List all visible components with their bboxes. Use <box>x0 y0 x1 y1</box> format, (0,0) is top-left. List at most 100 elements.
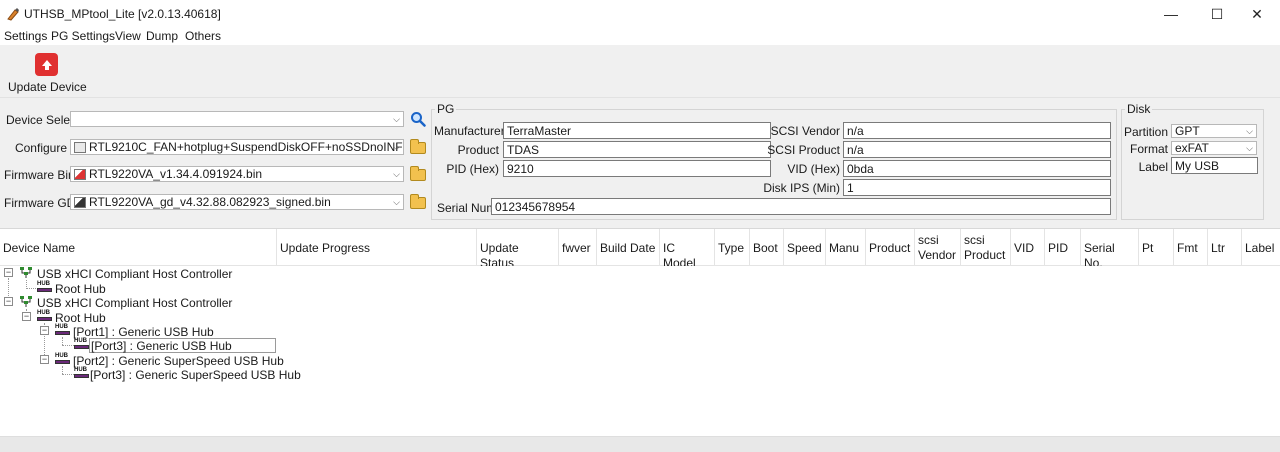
col-label: fwver <box>562 241 591 255</box>
tree-item-port3-hub-selected[interactable]: [Port3] : Generic USB Hub <box>89 338 276 353</box>
tree-item-root-hub[interactable]: Root Hub <box>55 282 106 296</box>
product-field[interactable]: TDAS <box>503 141 771 158</box>
tree-item-root-hub[interactable]: Root Hub <box>55 311 106 325</box>
partition-dropdown[interactable]: GPT ⌵ <box>1171 124 1257 138</box>
device-select-dropdown[interactable]: ⌵ <box>70 111 404 127</box>
controller-icon <box>20 296 32 307</box>
title-bar: UTHSB_MPtool_Lite [v2.0.13.40618] — ☐ ✕ <box>0 0 1280 28</box>
tree-line <box>62 366 63 374</box>
serial-num-field[interactable]: 012345678954 <box>491 198 1111 215</box>
col-pt[interactable]: Pt <box>1139 229 1174 266</box>
pg-group-title: PG <box>435 102 457 116</box>
col-label: Fmt <box>1177 241 1198 255</box>
menu-bar: Settings PG Settings View Dump Others <box>0 28 1280 45</box>
col-label-col[interactable]: Label <box>1242 229 1280 266</box>
col-fmt[interactable]: Fmt <box>1174 229 1208 266</box>
col-label: Device Name <box>3 241 76 255</box>
volume-label-field[interactable]: My USB <box>1171 157 1258 174</box>
vid-label: VID (Hex) <box>787 162 840 176</box>
col-label: Pt <box>1142 241 1154 255</box>
firmware-gd-label: Firmware GD <box>4 196 76 210</box>
tree-item-port1-hub[interactable]: [Port1] : Generic USB Hub <box>73 325 214 339</box>
menu-others[interactable]: Others <box>185 29 221 43</box>
folder-icon[interactable] <box>410 194 426 209</box>
device-select-label: Device Select <box>6 113 80 127</box>
menu-pg-settings[interactable]: PG Settings <box>51 29 115 43</box>
col-label: Serial No. <box>1084 241 1115 266</box>
hub-icon: HUB <box>37 281 52 294</box>
hub-icon: HUB <box>55 324 70 337</box>
col-fwver[interactable]: fwver <box>559 229 597 266</box>
update-device-button[interactable]: Update Device <box>8 48 87 96</box>
firmware-bin-label: Firmware Bin <box>4 168 75 182</box>
tree-item-port3-ss-hub[interactable]: [Port3] : Generic SuperSpeed USB Hub <box>90 368 301 382</box>
col-label: scsi <box>964 233 985 247</box>
serial-num-label: Serial Num <box>437 201 497 215</box>
col-update-progress[interactable]: Update Progress <box>277 229 477 266</box>
col-device-name[interactable]: Device Name <box>0 229 277 266</box>
toolbar: Update Device <box>0 45 1280 98</box>
volume-label-label: Label <box>1138 160 1168 174</box>
tree-line <box>62 337 63 345</box>
col-label: VID <box>1014 241 1035 255</box>
search-icon[interactable] <box>410 111 426 127</box>
chevron-down-icon: ⌵ <box>393 142 400 152</box>
configure-value: RTL9210C_FAN+hotplug+SuspendDiskOFF+noSS… <box>89 140 404 154</box>
collapse-toggle[interactable]: − <box>22 312 31 321</box>
menu-settings[interactable]: Settings <box>4 29 47 43</box>
format-dropdown[interactable]: exFAT ⌵ <box>1171 141 1257 155</box>
col-scsi-vendor[interactable]: scsi Vendor <box>915 229 961 266</box>
col-ic-model[interactable]: IC Model <box>660 229 715 266</box>
upload-icon <box>35 53 58 76</box>
col-label-2: Product <box>964 248 1006 262</box>
collapse-toggle[interactable]: − <box>4 297 13 306</box>
menu-dump[interactable]: Dump <box>146 29 178 43</box>
scsi-product-label: SCSI Product <box>767 143 840 157</box>
disk-ips-field[interactable]: 1 <box>843 179 1111 196</box>
disk-ips-label: Disk IPS (Min) <box>763 181 840 195</box>
col-ltr[interactable]: Ltr <box>1208 229 1242 266</box>
firmware-gd-value: RTL9220VA_gd_v4.32.88.082923_signed.bin <box>89 195 331 209</box>
chevron-down-icon: ⌵ <box>1246 143 1253 153</box>
col-label: Build Date <box>600 241 656 255</box>
col-pid[interactable]: PID <box>1045 229 1081 266</box>
col-scsi-product[interactable]: scsi Product <box>961 229 1011 266</box>
folder-icon[interactable] <box>410 166 426 181</box>
folder-icon[interactable] <box>410 139 426 154</box>
col-speed[interactable]: Speed <box>784 229 826 266</box>
configure-label: Configure <box>14 141 67 155</box>
col-manu[interactable]: Manu <box>826 229 866 266</box>
vid-field[interactable]: 0bda <box>843 160 1111 177</box>
close-button[interactable]: ✕ <box>1234 0 1280 28</box>
col-update-status[interactable]: Update Status <box>477 229 559 266</box>
tree-item-controller[interactable]: USB xHCI Compliant Host Controller <box>37 296 232 310</box>
col-label: PID <box>1048 241 1069 255</box>
col-build-date[interactable]: Build Date <box>597 229 660 266</box>
hub-icon: HUB <box>55 353 70 366</box>
col-product[interactable]: Product <box>866 229 915 266</box>
tree-item-controller[interactable]: USB xHCI Compliant Host Controller <box>37 267 232 281</box>
horizontal-scrollbar[interactable] <box>0 436 1280 452</box>
firmware-bin-dropdown[interactable]: RTL9220VA_v1.34.4.091924.bin ⌵ <box>70 166 404 182</box>
collapse-toggle[interactable]: − <box>40 326 49 335</box>
col-type[interactable]: Type <box>715 229 750 266</box>
menu-view[interactable]: View <box>115 29 141 43</box>
col-label: Update Status <box>480 241 519 266</box>
configure-dropdown[interactable]: RTL9210C_FAN+hotplug+SuspendDiskOFF+noSS… <box>70 139 404 155</box>
col-boot[interactable]: Boot <box>750 229 784 266</box>
firmware-gd-dropdown[interactable]: RTL9220VA_gd_v4.32.88.082923_signed.bin … <box>70 194 404 210</box>
col-label: scsi <box>918 233 939 247</box>
bin-file-icon <box>74 169 86 180</box>
scsi-vendor-field[interactable]: n/a <box>843 122 1111 139</box>
collapse-toggle[interactable]: − <box>4 268 13 277</box>
partition-value: GPT <box>1175 124 1200 138</box>
col-label: Type <box>718 241 745 255</box>
minimize-button[interactable]: — <box>1148 0 1194 28</box>
scsi-product-field[interactable]: n/a <box>843 141 1111 158</box>
collapse-toggle[interactable]: − <box>40 355 49 364</box>
col-serial-no[interactable]: Serial No. <box>1081 229 1139 266</box>
tree-item-port2-ss-hub[interactable]: [Port2] : Generic SuperSpeed USB Hub <box>73 354 284 368</box>
manufacturer-field[interactable]: TerraMaster <box>503 122 771 139</box>
col-vid[interactable]: VID <box>1011 229 1045 266</box>
pid-field[interactable]: 9210 <box>503 160 771 177</box>
